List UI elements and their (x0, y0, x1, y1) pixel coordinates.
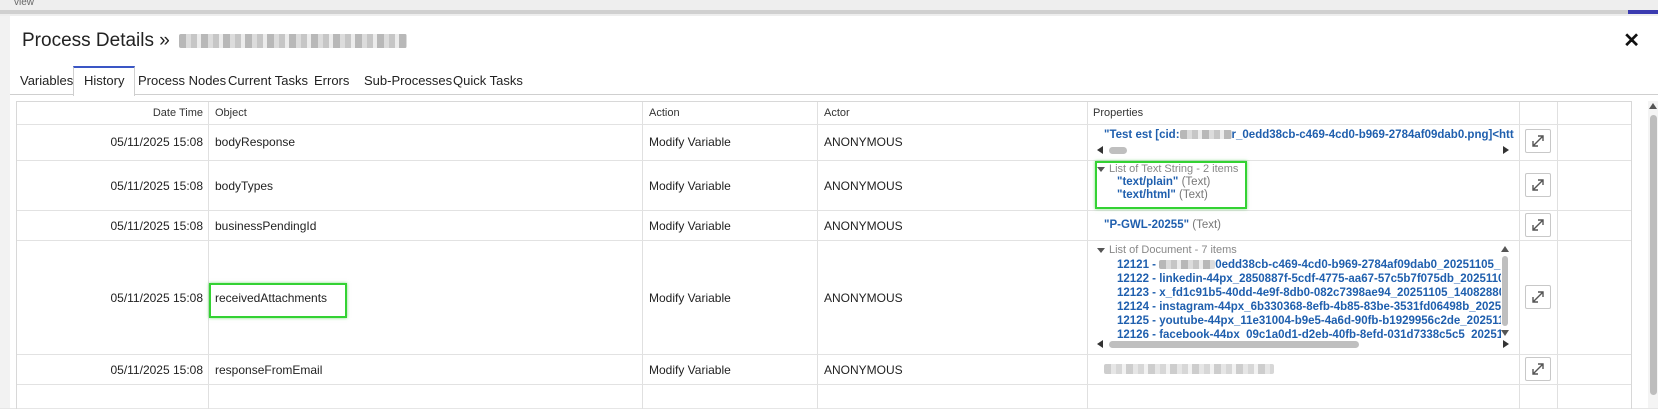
history-table: Date Time Object Action Actor Properties… (16, 101, 1632, 409)
cell-object: responseFromEmail (215, 363, 323, 377)
table-vscrollbar[interactable] (1648, 101, 1658, 408)
process-details-dialog: Process Details » ✕ Variables History Pr… (10, 16, 1658, 409)
close-icon[interactable]: ✕ (1623, 28, 1640, 53)
expand-diagonal-icon[interactable] (1525, 285, 1551, 309)
highlight-box (1095, 161, 1247, 209)
dialog-header: Process Details » ✕ (10, 16, 1658, 66)
list-item[interactable]: 12126 - facebook-44px_09c1a0d1-d2eb-40fb… (1117, 329, 1501, 338)
document-list-vscrollbar[interactable] (1501, 246, 1511, 338)
tab-errors[interactable]: Errors (304, 66, 359, 94)
background-window-label: view (14, 0, 35, 8)
cell-actor: ANONYMOUS (824, 219, 903, 233)
cell-date-time: 05/11/2025 15:08 (110, 135, 203, 149)
cell-object: bodyTypes (215, 179, 274, 193)
background-toolbar (0, 10, 1658, 14)
expand-diagonal-icon[interactable] (1525, 173, 1551, 197)
property-value: "Test est [cid: r_0edd38cb-c469-4cd0-b969… (1104, 129, 1514, 141)
tab-current-tasks[interactable]: Current Tasks (218, 66, 318, 94)
list-item[interactable]: 12121 - 0edd38cb-c469-4cd0-b969-2784af09… (1117, 259, 1501, 271)
cell-action: Modify Variable (649, 135, 731, 149)
property-value: "P-GWL-20255" (Text) (1104, 219, 1221, 231)
collapse-triangle-icon[interactable] (1097, 247, 1105, 253)
property-hscrollbar[interactable] (1097, 145, 1509, 155)
property-value (1104, 363, 1274, 375)
header-object[interactable]: Object (215, 102, 247, 124)
property-text-start: "Test est [cid: (1104, 129, 1180, 141)
redacted-text (1104, 363, 1274, 374)
redacted-process-name (179, 33, 408, 48)
cell-actor: ANONYMOUS (824, 135, 903, 149)
highlight-box (209, 283, 347, 318)
cell-action: Modify Variable (649, 179, 731, 193)
tab-bar: Variables History Process Nodes Current … (10, 66, 1658, 96)
cell-date-time: 05/11/2025 15:08 (110, 179, 203, 193)
tab-history[interactable]: History (73, 66, 136, 96)
dialog-title-prefix: Process Details » (22, 30, 170, 51)
header-date-time[interactable]: Date Time (17, 102, 203, 124)
list-item[interactable]: 12124 - instagram-44px_6b330368-8efb-4b8… (1117, 301, 1501, 313)
list-item[interactable]: 12125 - youtube-44px_11e31004-b9e5-4a6d-… (1117, 315, 1501, 327)
header-actor[interactable]: Actor (824, 102, 850, 124)
cell-date-time: 05/11/2025 15:08 (110, 363, 203, 377)
cell-date-time: 05/11/2025 15:08 (110, 291, 203, 305)
redacted-text (1159, 260, 1216, 270)
list-item[interactable]: 12123 - x_fd1c91b5-40dd-4e9f-8db0-082c73… (1117, 287, 1501, 299)
header-properties[interactable]: Properties (1093, 102, 1143, 124)
dialog-title: Process Details » (22, 30, 408, 52)
expand-diagonal-icon[interactable] (1525, 213, 1551, 237)
cell-action: Modify Variable (649, 219, 731, 233)
cell-object: bodyResponse (215, 135, 296, 149)
list-header[interactable]: List of Document - 7 items (1097, 244, 1501, 256)
cell-actor: ANONYMOUS (824, 291, 903, 305)
document-list-hscrollbar[interactable] (1097, 339, 1509, 349)
document-list: List of Document - 7 items 12121 - 0edd3… (1097, 244, 1501, 338)
tab-quick-tasks[interactable]: Quick Tasks (443, 66, 533, 94)
header-action[interactable]: Action (649, 102, 680, 124)
cell-actor: ANONYMOUS (824, 179, 903, 193)
list-item[interactable]: 12122 - linkedin-44px_2850887f-5cdf-4775… (1117, 273, 1501, 285)
expand-diagonal-icon[interactable] (1525, 129, 1551, 153)
cell-actor: ANONYMOUS (824, 363, 903, 377)
cell-object: businessPendingId (215, 219, 317, 233)
cell-date-time: 05/11/2025 15:08 (110, 219, 203, 233)
property-text-end: r_0edd38cb-c469-4cd0-b969-2784af09dab0.p… (1231, 129, 1514, 141)
expand-diagonal-icon[interactable] (1525, 357, 1551, 381)
cell-action: Modify Variable (649, 291, 731, 305)
cell-action: Modify Variable (649, 363, 731, 377)
redacted-text (1179, 130, 1232, 140)
